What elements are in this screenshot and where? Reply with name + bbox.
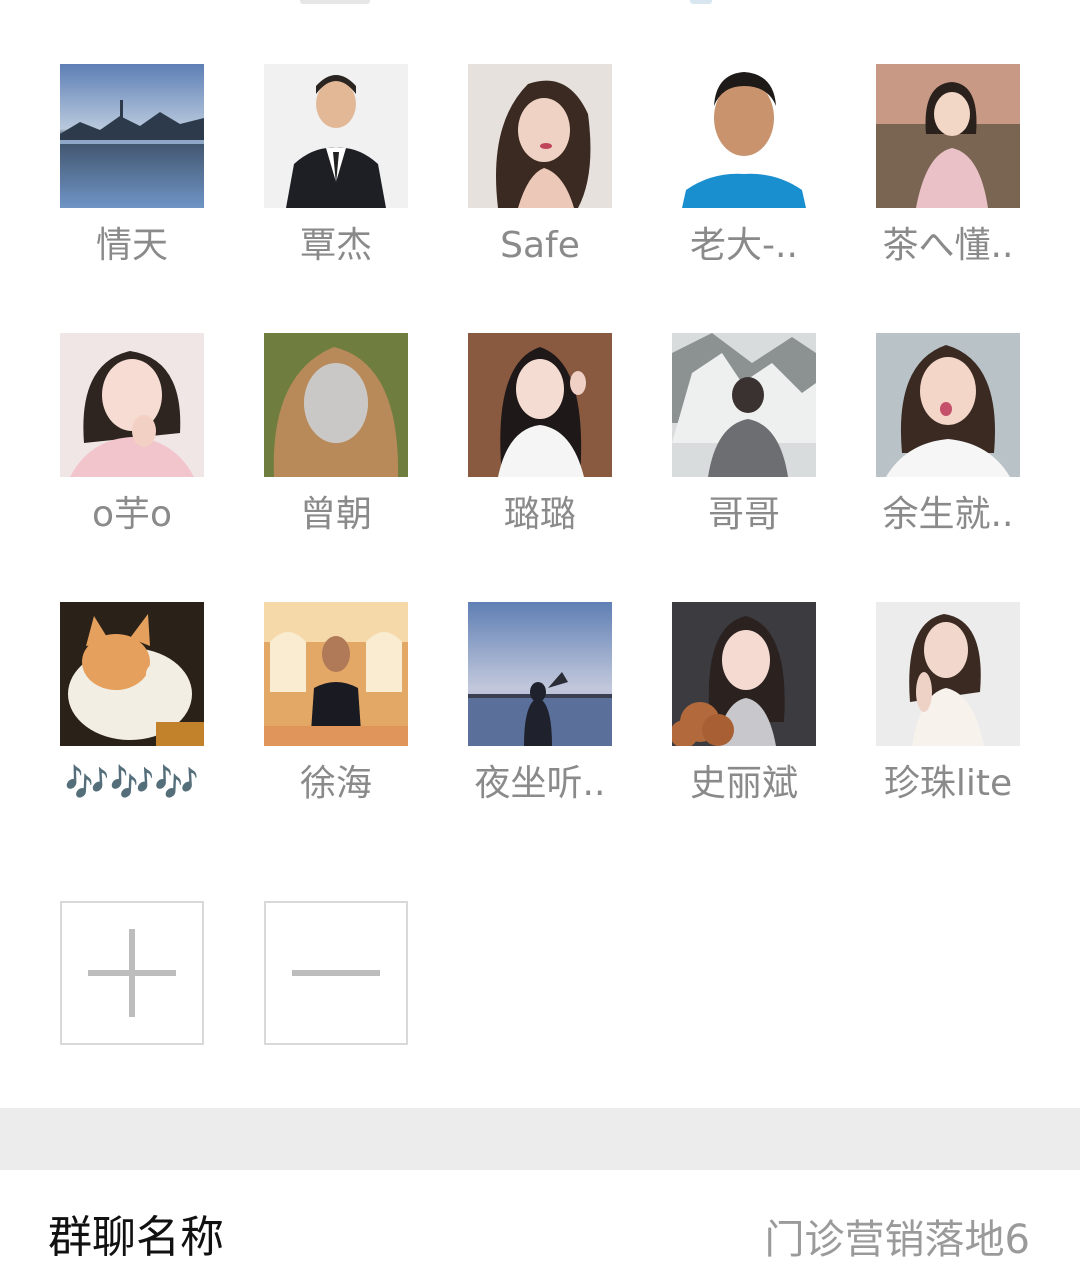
- member-name: 情天: [95, 225, 168, 266]
- member-grid: 情天 覃杰 Safe 老大-.. 茶へ懂.. o芋o 曾朝 璐璐 哥哥 余生就.…: [0, 0, 1080, 1108]
- member-name: 珍珠lite: [883, 763, 1013, 804]
- lake-heart-hands-avatar[interactable]: [468, 602, 612, 746]
- woman-portrait-avatar[interactable]: [468, 64, 612, 208]
- member-name: o芋o: [91, 494, 173, 535]
- group-chat-info-page: 情天 覃杰 Safe 老大-.. 茶へ懂.. o芋o 曾朝 璐璐 哥哥 余生就.…: [0, 0, 1080, 1277]
- member-name: 史丽斌: [689, 763, 798, 804]
- man-blue-shirt-avatar[interactable]: [672, 64, 816, 208]
- man-suit-avatar[interactable]: [264, 64, 408, 208]
- member-name: 哥哥: [707, 494, 780, 535]
- man-snow-mountain-avatar[interactable]: [672, 333, 816, 477]
- landscape-lake-avatar[interactable]: [60, 64, 204, 208]
- member-name: 余生就..: [882, 494, 1014, 535]
- member-name: 覃杰: [299, 225, 372, 266]
- group-name-value: 门诊营销落地6: [764, 1217, 1030, 1263]
- member-name: 夜坐听..: [474, 763, 606, 804]
- woman-hand-chin-avatar[interactable]: [60, 333, 204, 477]
- woman-puppy-avatar[interactable]: [672, 602, 816, 746]
- member-name: 🎶🎶🎶: [64, 763, 200, 804]
- woman-peace-sign-avatar[interactable]: [468, 333, 612, 477]
- add-member-button[interactable]: [60, 901, 204, 1045]
- cat-avatar[interactable]: [60, 602, 204, 746]
- remove-member-button[interactable]: [264, 901, 408, 1045]
- member-name: Safe: [500, 225, 580, 266]
- man-banquet-hall-avatar[interactable]: [264, 602, 408, 746]
- group-name-row[interactable]: 群聊名称 门诊营销落地6: [0, 1170, 1080, 1277]
- group-name-label: 群聊名称: [48, 1212, 224, 1263]
- member-name: 曾朝: [299, 494, 372, 535]
- member-name: 璐璐: [503, 494, 576, 535]
- woman-blonde-avatar[interactable]: [264, 333, 408, 477]
- member-name: 徐海: [299, 763, 372, 804]
- woman-kiss-face-avatar[interactable]: [876, 333, 1020, 477]
- member-name: 茶へ懂..: [882, 225, 1014, 266]
- woman-sofa-avatar[interactable]: [876, 64, 1020, 208]
- member-name: 老大-..: [690, 225, 798, 266]
- woman-white-dress-avatar[interactable]: [876, 602, 1020, 746]
- section-divider: [0, 1108, 1080, 1170]
